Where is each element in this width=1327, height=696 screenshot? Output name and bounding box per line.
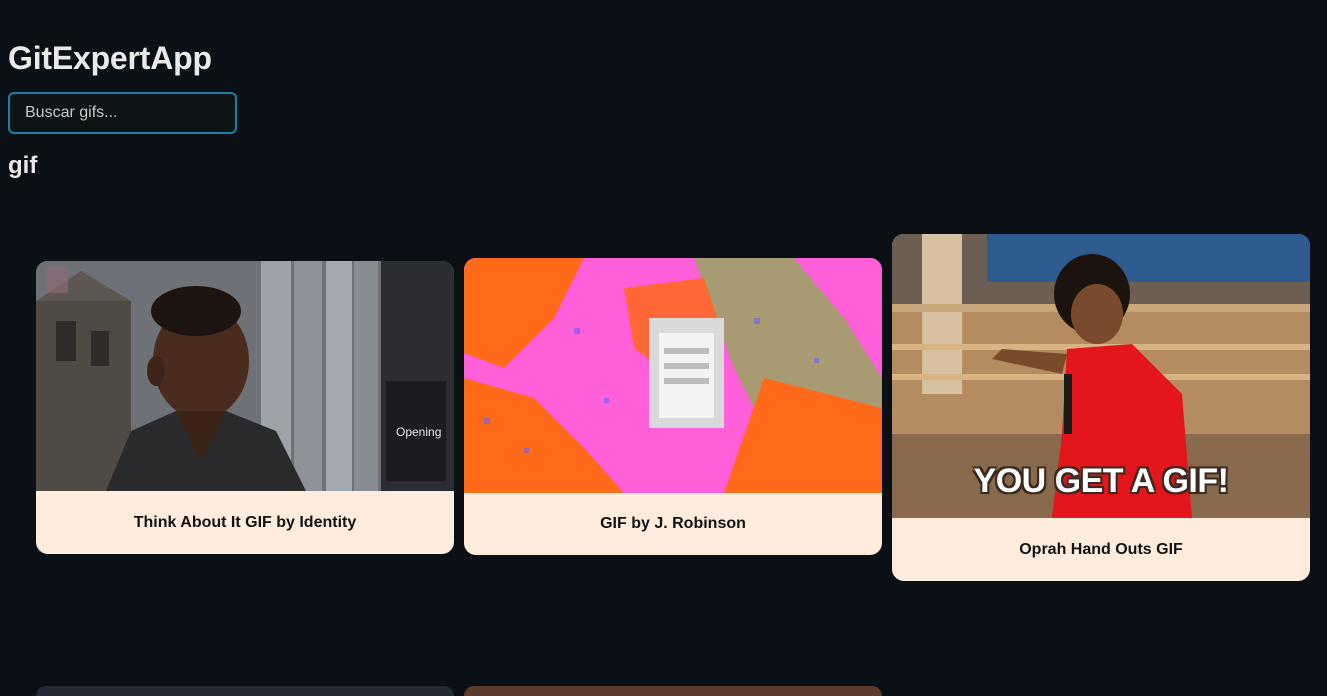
app-title: GitExpertApp	[8, 40, 212, 76]
gif-card-partial[interactable]	[464, 686, 882, 696]
category-title: gif	[8, 152, 38, 179]
gif-image: YOU GET A GIF!	[892, 234, 1310, 518]
gif-card[interactable]: GIF by J. Robinson	[464, 258, 882, 555]
search-input[interactable]	[8, 92, 237, 134]
gif-image	[464, 258, 882, 493]
gif-image: Opening	[36, 261, 454, 491]
gif-caption: Think About It GIF by Identity	[133, 513, 357, 531]
gif-card[interactable]: Opening Think About It GIF by Identity	[36, 261, 454, 554]
gif-caption: Oprah Hand Outs GIF	[1019, 540, 1183, 558]
gif-card-partial[interactable]	[36, 686, 454, 696]
gif-caption: GIF by J. Robinson	[600, 515, 746, 532]
svg-text:Opening: Opening	[396, 425, 441, 439]
gif-card[interactable]: YOU GET A GIF! Oprah Hand Outs GIF	[892, 234, 1310, 581]
gif-image-text: YOU GET A GIF!	[973, 462, 1229, 500]
